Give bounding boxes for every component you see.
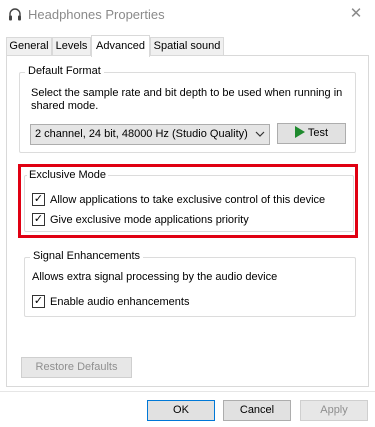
properties-window: Headphones Properties ✕ General Levels A… xyxy=(0,0,375,427)
test-button[interactable]: Test xyxy=(277,123,346,144)
footer-divider xyxy=(0,391,375,392)
headphones-icon xyxy=(8,8,22,22)
exclusive-priority-checkbox[interactable]: ✓ xyxy=(32,213,45,226)
ok-button[interactable]: OK xyxy=(147,400,215,421)
window-title: Headphones Properties xyxy=(28,7,165,22)
close-button[interactable]: ✕ xyxy=(343,3,369,25)
test-button-label: Test xyxy=(307,127,329,139)
tab-spatial-sound[interactable]: Spatial sound xyxy=(150,37,224,56)
tab-levels[interactable]: Levels xyxy=(52,37,91,56)
play-icon xyxy=(294,126,305,138)
exclusive-mode-legend: Exclusive Mode xyxy=(27,169,109,182)
apply-button[interactable]: Apply xyxy=(300,400,368,421)
allow-exclusive-label: Allow applications to take exclusive con… xyxy=(50,194,326,206)
exclusive-priority-option[interactable]: ✓ Give exclusive mode applications prior… xyxy=(32,213,342,227)
tab-advanced[interactable]: Advanced xyxy=(91,35,150,57)
enable-audio-enhancements-option[interactable]: ✓ Enable audio enhancements xyxy=(32,295,282,309)
tab-general[interactable]: General xyxy=(6,37,52,56)
enable-enhancements-checkbox[interactable]: ✓ xyxy=(32,295,45,308)
default-format-description: Select the sample rate and bit depth to … xyxy=(31,87,343,112)
close-icon: ✕ xyxy=(349,5,363,22)
cancel-button[interactable]: Cancel xyxy=(223,400,291,421)
enable-enhancements-label: Enable audio enhancements xyxy=(50,296,190,308)
signal-enhancements-legend: Signal Enhancements xyxy=(30,250,144,262)
default-format-legend: Default Format xyxy=(25,65,104,77)
exclusive-priority-label: Give exclusive mode applications priorit… xyxy=(50,214,249,226)
format-select-value: 2 channel, 24 bit, 48000 Hz (Studio Qual… xyxy=(35,128,248,140)
restore-defaults-button[interactable]: Restore Defaults xyxy=(21,357,132,378)
allow-exclusive-checkbox[interactable]: ✓ xyxy=(32,193,45,206)
signal-enhancements-description: Allows extra signal processing by the au… xyxy=(32,271,278,283)
chevron-down-icon xyxy=(255,125,265,151)
title-bar: Headphones Properties ✕ xyxy=(0,0,375,30)
format-select[interactable]: 2 channel, 24 bit, 48000 Hz (Studio Qual… xyxy=(30,124,270,145)
allow-exclusive-control-option[interactable]: ✓ Allow applications to take exclusive c… xyxy=(32,193,342,207)
